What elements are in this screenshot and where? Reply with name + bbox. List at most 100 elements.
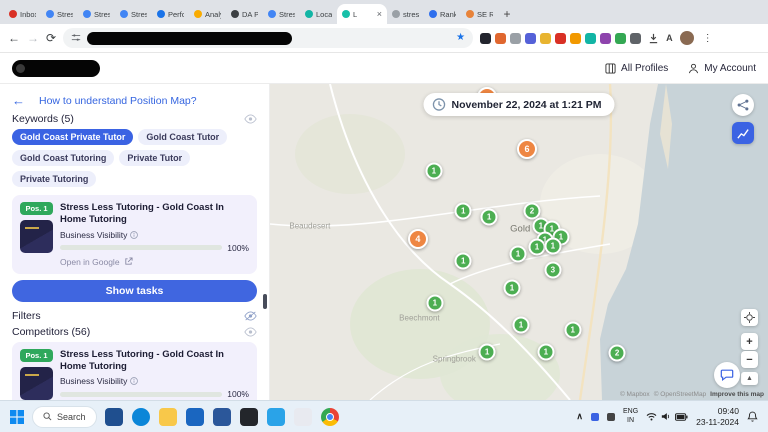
extension-icon[interactable] <box>510 32 522 44</box>
map-marker[interactable]: 1 <box>512 316 530 334</box>
map-marker[interactable]: 1 <box>544 237 562 255</box>
extension-icon[interactable] <box>615 32 627 44</box>
browser-tab[interactable]: Rank <box>424 4 461 24</box>
taskbar-app-vscode[interactable] <box>266 407 285 426</box>
extension-icon[interactable] <box>525 32 537 44</box>
browser-tab[interactable]: Locat <box>300 4 337 24</box>
taskbar-app-file-explorer[interactable] <box>158 407 177 426</box>
bookmark-star-icon[interactable]: ★ <box>456 33 465 43</box>
map-marker[interactable]: 3 <box>544 261 562 279</box>
download-icon[interactable] <box>648 33 659 44</box>
browser-menu-icon[interactable]: ⋮ <box>703 33 713 44</box>
competitor-card[interactable]: Pos. 1 Stress Less Tutoring - Gold Coast… <box>12 341 257 400</box>
browser-tab[interactable]: DA PA <box>226 4 263 24</box>
site-settings-icon[interactable] <box>71 33 81 43</box>
extension-icon[interactable] <box>480 32 492 44</box>
map-marker[interactable]: 1 <box>454 202 472 220</box>
taskbar-app-pinned-2[interactable] <box>293 407 312 426</box>
locate-button[interactable] <box>741 309 758 326</box>
map-marker[interactable]: 1 <box>425 162 443 180</box>
info-icon[interactable] <box>130 377 139 386</box>
tray-icon[interactable] <box>590 412 599 421</box>
map-marker[interactable]: 2 <box>608 344 626 362</box>
taskbar-app-terminal[interactable] <box>239 407 258 426</box>
my-account-button[interactable]: My Account <box>688 63 756 74</box>
help-link[interactable]: How to understand Position Map? <box>39 95 197 107</box>
osm-credit[interactable]: © OpenStreetMap <box>654 391 706 398</box>
map-caret-button[interactable]: ▲ <box>741 372 758 385</box>
extension-icon[interactable] <box>600 32 612 44</box>
reload-icon[interactable]: ⟳ <box>46 32 56 44</box>
extension-icon[interactable] <box>585 32 597 44</box>
a-extension-icon[interactable]: A <box>666 33 673 43</box>
share-button[interactable] <box>732 94 754 116</box>
improve-map-link[interactable]: Improve this map <box>710 391 764 398</box>
extension-icon[interactable] <box>630 32 642 44</box>
windows-start-icon[interactable] <box>10 409 24 424</box>
filters-eye-off-icon[interactable] <box>244 311 257 321</box>
keyword-chip[interactable]: Gold Coast Tutor <box>138 129 228 145</box>
address-bar[interactable]: ★ <box>63 28 474 48</box>
extension-icon[interactable] <box>570 32 582 44</box>
browser-tab[interactable]: L × <box>337 4 387 24</box>
taskbar-app-chrome[interactable] <box>320 407 339 426</box>
date-selector[interactable]: November 22, 2024 at 1:21 PM <box>423 93 615 116</box>
forward-icon[interactable]: → <box>27 32 39 44</box>
browser-tab[interactable]: Inbox <box>4 4 41 24</box>
map-marker[interactable]: 1 <box>454 252 472 270</box>
hidden-icons-chevron[interactable]: ∧ <box>576 411 583 422</box>
browser-tab[interactable]: Perfor <box>152 4 189 24</box>
browser-tab[interactable]: Stress <box>263 4 300 24</box>
keyword-chip[interactable]: Private Tutor <box>119 150 191 166</box>
business-card[interactable]: Pos. 1 Stress Less Tutoring - Gold Coast… <box>12 195 257 274</box>
browser-tab[interactable]: Stress <box>115 4 152 24</box>
extension-icon[interactable] <box>495 32 507 44</box>
sidebar-scrollbar-thumb[interactable] <box>263 294 267 309</box>
taskbar-app-pinned-1[interactable] <box>104 407 123 426</box>
position-map[interactable]: BeaudesertBeechmontSpringbrookGold Coast… <box>270 84 768 400</box>
notifications-bell-icon[interactable] <box>747 411 758 422</box>
keyword-chip[interactable]: Private Tutoring <box>12 171 97 187</box>
browser-tab[interactable]: Stress <box>78 4 115 24</box>
taskbar-app-outlook[interactable] <box>185 407 204 426</box>
map-marker[interactable]: 4 <box>407 229 428 250</box>
taskbar-app-edge[interactable] <box>131 407 150 426</box>
browser-tab[interactable]: Analy <box>189 4 226 24</box>
map-marker[interactable]: 1 <box>537 343 555 361</box>
map-marker[interactable]: 1 <box>480 208 498 226</box>
profile-avatar[interactable] <box>679 31 694 45</box>
zoom-out-button[interactable]: − <box>741 351 758 368</box>
all-profiles-button[interactable]: All Profiles <box>605 63 668 74</box>
taskbar-app-word[interactable] <box>212 407 231 426</box>
keyword-chip[interactable]: Gold Coast Private Tutor <box>12 129 134 145</box>
taskbar-search[interactable]: Search <box>32 405 97 428</box>
tray-icon[interactable] <box>606 412 615 421</box>
browser-tab[interactable]: SE Ra <box>461 4 498 24</box>
map-marker[interactable]: 1 <box>503 279 521 296</box>
keywords-eye-icon[interactable] <box>244 114 257 124</box>
sidebar-back-icon[interactable]: ← <box>12 94 25 107</box>
map-marker[interactable]: 1 <box>564 321 582 339</box>
competitors-eye-icon[interactable] <box>244 327 257 337</box>
map-marker[interactable]: 6 <box>516 139 537 160</box>
map-marker[interactable]: 1 <box>509 245 527 263</box>
map-marker[interactable]: 1 <box>528 238 546 256</box>
map-marker[interactable]: 1 <box>426 294 444 312</box>
tab-close-icon[interactable]: × <box>377 9 382 19</box>
extension-icon[interactable] <box>555 32 567 44</box>
show-tasks-button[interactable]: Show tasks <box>12 279 257 302</box>
open-in-google-link[interactable]: Open in Google <box>60 257 249 267</box>
keyword-chip[interactable]: Gold Coast Tutoring <box>12 150 115 166</box>
taskbar-clock[interactable]: 09:40 23-11-2024 <box>696 406 739 426</box>
browser-tab[interactable]: Stress <box>41 4 78 24</box>
zoom-in-button[interactable]: + <box>741 333 758 350</box>
chat-widget-button[interactable] <box>714 362 740 388</box>
mapbox-credit[interactable]: © Mapbox <box>620 391 650 398</box>
back-icon[interactable]: ← <box>8 32 20 44</box>
system-icons[interactable] <box>646 412 688 421</box>
chart-view-button[interactable] <box>732 122 754 144</box>
language-indicator[interactable]: ENG IN <box>623 408 638 424</box>
extension-icon[interactable] <box>540 32 552 44</box>
new-tab-button[interactable]: + <box>498 5 516 23</box>
browser-tab[interactable]: stress <box>387 4 424 24</box>
